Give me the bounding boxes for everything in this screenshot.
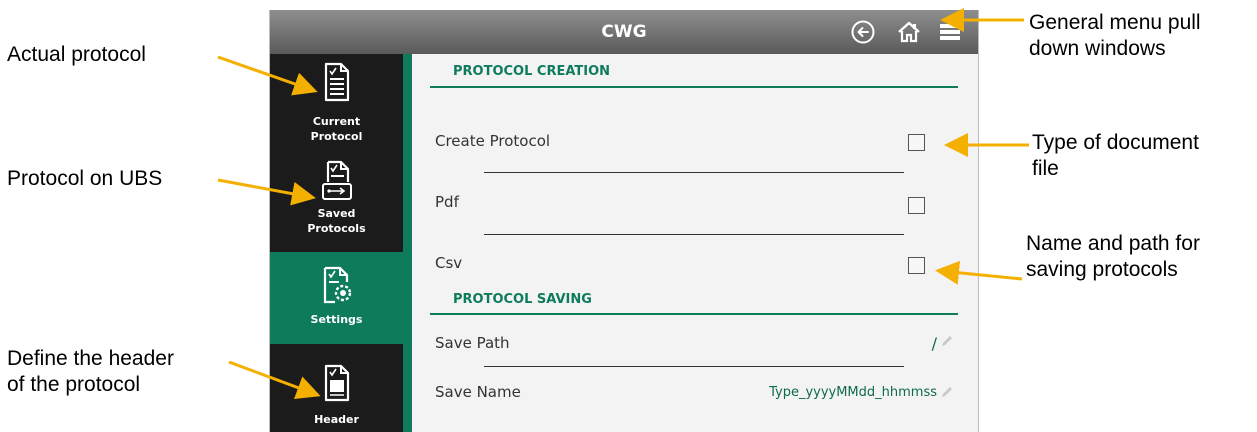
save-path-value: / xyxy=(931,334,937,353)
annotation-name-path: Name and path for saving protocols xyxy=(1026,231,1200,283)
annotation-general-menu-line1: General menu pull xyxy=(1029,11,1201,34)
annotation-document-type-line2: file xyxy=(1032,157,1059,180)
sidebar-item-settings[interactable]: Settings xyxy=(270,252,403,344)
annotation-protocol-on-ubs: Protocol on UBS xyxy=(7,167,163,190)
create-protocol-checkbox[interactable] xyxy=(908,134,925,151)
pdf-label: Pdf xyxy=(435,193,459,211)
annotation-define-header-line1: Define the header xyxy=(7,347,174,370)
home-icon[interactable] xyxy=(896,19,922,45)
create-protocol-label: Create Protocol xyxy=(435,132,551,150)
back-circle-icon[interactable] xyxy=(850,19,876,45)
title-bar: CWG xyxy=(270,10,978,54)
pdf-checkbox[interactable] xyxy=(908,197,925,214)
app-window: CWG Current Protocol Saved Protocols Set… xyxy=(269,10,979,432)
settings-content: PROTOCOL CREATION Create Protocol Pdf Cs… xyxy=(412,54,978,432)
csv-label: Csv xyxy=(435,254,463,272)
annotation-document-type-line1: Type of document xyxy=(1032,131,1199,154)
annotation-name-path-line1: Name and path for xyxy=(1026,232,1200,255)
annotation-general-menu-line2: down windows xyxy=(1029,37,1166,60)
section-title-protocol-saving: PROTOCOL SAVING xyxy=(453,292,592,307)
annotation-define-header-line2: of the protocol xyxy=(7,373,141,396)
document-header-icon xyxy=(324,364,349,402)
edit-save-path-pencil-icon[interactable] xyxy=(940,334,954,348)
sidebar-item-current-protocol[interactable]: Current Protocol xyxy=(270,62,403,154)
menu-icon[interactable] xyxy=(938,19,962,45)
annotation-general-menu: General menu pull down windows xyxy=(1029,10,1201,62)
row-divider xyxy=(484,172,904,173)
row-divider xyxy=(484,234,904,235)
sidebar-item-label: Settings xyxy=(310,313,363,326)
document-gear-icon xyxy=(323,266,351,304)
sidebar-item-label: Saved xyxy=(317,207,356,220)
edit-save-name-pencil-icon[interactable] xyxy=(940,385,954,399)
sidebar: Current Protocol Saved Protocols Setting… xyxy=(270,54,403,432)
sidebar-item-label: Header xyxy=(314,413,359,426)
section-divider xyxy=(430,313,958,315)
sidebar-item-header[interactable]: Header xyxy=(270,352,403,432)
sidebar-item-label: Protocol xyxy=(310,130,363,143)
document-icon xyxy=(324,62,349,102)
sidebar-item-saved-protocols[interactable]: Saved Protocols xyxy=(270,160,403,252)
csv-checkbox[interactable] xyxy=(908,257,925,274)
annotation-actual-protocol: Actual protocol xyxy=(7,43,146,66)
sidebar-accent-bar xyxy=(403,54,412,432)
sidebar-item-label: Protocols xyxy=(307,222,366,235)
row-divider xyxy=(484,366,904,367)
save-path-label: Save Path xyxy=(435,334,510,352)
annotation-name-path-line2: saving protocols xyxy=(1026,258,1178,281)
section-title-protocol-creation: PROTOCOL CREATION xyxy=(453,64,611,79)
document-usb-icon xyxy=(321,160,352,200)
sidebar-item-label: Current xyxy=(312,115,361,128)
save-name-label: Save Name xyxy=(435,383,521,401)
annotation-define-header: Define the header of the protocol xyxy=(7,346,174,398)
section-divider xyxy=(430,86,958,88)
annotation-document-type: Type of document file xyxy=(1032,130,1199,182)
save-name-value: Type_yyyyMMdd_hhmmss xyxy=(769,385,937,400)
